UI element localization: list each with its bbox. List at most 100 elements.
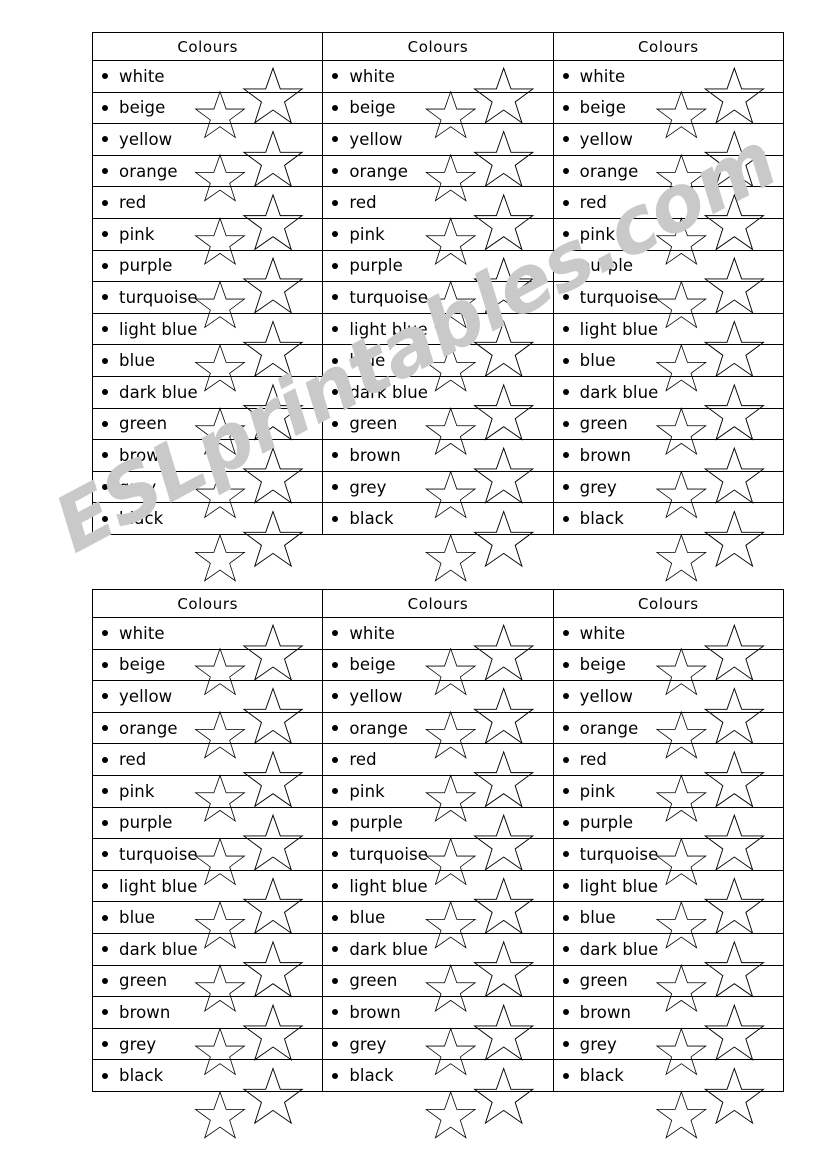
list-item[interactable]: white xyxy=(93,618,323,650)
list-item[interactable]: green xyxy=(323,966,553,998)
list-item[interactable]: light blue xyxy=(553,871,783,903)
list-item[interactable]: black xyxy=(93,1060,322,1091)
list-item[interactable]: turquoise xyxy=(553,839,783,871)
list-item[interactable]: white xyxy=(553,61,783,93)
list-item[interactable]: dark blue xyxy=(553,377,783,409)
list-item[interactable]: yellow xyxy=(93,681,323,713)
list-item[interactable]: yellow xyxy=(553,124,783,156)
list-item[interactable]: beige xyxy=(553,93,783,125)
list-item[interactable]: blue xyxy=(93,345,323,377)
list-item[interactable]: turquoise xyxy=(323,839,553,871)
list-item[interactable]: orange xyxy=(93,156,323,188)
list-item[interactable]: purple xyxy=(553,808,783,840)
list-item[interactable]: blue xyxy=(323,902,553,934)
list-item[interactable]: blue xyxy=(323,345,553,377)
list-item[interactable]: yellow xyxy=(93,124,323,156)
list-item[interactable]: light blue xyxy=(553,314,783,346)
list-item[interactable]: grey xyxy=(323,1029,553,1061)
list-item[interactable]: white xyxy=(323,61,553,93)
list-item[interactable]: purple xyxy=(323,808,553,840)
list-item[interactable]: purple xyxy=(93,808,323,840)
list-item[interactable]: red xyxy=(93,744,323,776)
list-item[interactable]: beige xyxy=(93,93,323,125)
list-item[interactable]: grey xyxy=(93,1029,323,1061)
list-item[interactable]: black xyxy=(554,503,783,534)
list-item[interactable]: black xyxy=(323,1060,552,1091)
list-item[interactable]: grey xyxy=(93,472,323,504)
list-item[interactable]: light blue xyxy=(323,871,553,903)
colours-column-3: Colours white beige yellow orange red pi… xyxy=(552,33,783,534)
list-item[interactable]: blue xyxy=(553,345,783,377)
list-item[interactable]: pink xyxy=(553,776,783,808)
list-item[interactable]: turquoise xyxy=(93,282,323,314)
list-item[interactable]: brown xyxy=(323,440,553,472)
list-item[interactable]: black xyxy=(323,503,552,534)
list-item[interactable]: orange xyxy=(323,156,553,188)
list-item[interactable]: light blue xyxy=(93,871,323,903)
list-item[interactable]: dark blue xyxy=(553,934,783,966)
list-item[interactable]: orange xyxy=(553,156,783,188)
list-item[interactable]: brown xyxy=(553,997,783,1029)
list-item[interactable]: dark blue xyxy=(93,377,323,409)
list-item[interactable]: white xyxy=(93,61,323,93)
list-item[interactable]: green xyxy=(93,409,323,441)
bullet-icon xyxy=(562,136,569,143)
list-item[interactable]: white xyxy=(323,618,553,650)
list-item[interactable]: turquoise xyxy=(553,282,783,314)
bullet-icon xyxy=(332,168,339,175)
list-item[interactable]: light blue xyxy=(93,314,323,346)
list-item[interactable]: brown xyxy=(323,997,553,1029)
list-item[interactable]: grey xyxy=(553,1029,783,1061)
list-item[interactable]: orange xyxy=(553,713,783,745)
bullet-icon xyxy=(562,294,569,301)
list-item[interactable]: pink xyxy=(553,219,783,251)
list-item[interactable]: red xyxy=(553,187,783,219)
list-item[interactable]: pink xyxy=(323,776,553,808)
colour-label: blue xyxy=(119,351,156,371)
list-item[interactable]: red xyxy=(323,187,553,219)
list-item[interactable]: red xyxy=(93,187,323,219)
list-item[interactable]: blue xyxy=(553,902,783,934)
list-item[interactable]: yellow xyxy=(553,681,783,713)
list-item[interactable]: white xyxy=(553,618,783,650)
list-item[interactable]: beige xyxy=(323,93,553,125)
list-item[interactable]: brown xyxy=(553,440,783,472)
list-item[interactable]: orange xyxy=(323,713,553,745)
list-item[interactable]: green xyxy=(323,409,553,441)
list-item[interactable]: turquoise xyxy=(323,282,553,314)
list-item[interactable]: orange xyxy=(93,713,323,745)
colour-label: turquoise xyxy=(349,844,429,864)
list-item[interactable]: black xyxy=(93,503,322,534)
list-item[interactable]: yellow xyxy=(323,124,553,156)
list-item[interactable]: dark blue xyxy=(323,934,553,966)
list-item[interactable]: red xyxy=(323,744,553,776)
bullet-icon xyxy=(332,693,339,700)
list-item[interactable]: purple xyxy=(323,251,553,283)
list-item[interactable]: beige xyxy=(93,650,323,682)
list-item[interactable]: turquoise xyxy=(93,839,323,871)
list-item[interactable]: grey xyxy=(553,472,783,504)
list-item[interactable]: red xyxy=(553,744,783,776)
list-item[interactable]: yellow xyxy=(323,681,553,713)
list-item[interactable]: purple xyxy=(553,251,783,283)
list-item[interactable]: purple xyxy=(93,251,323,283)
list-item[interactable]: black xyxy=(554,1060,783,1091)
colour-label: green xyxy=(119,414,168,434)
list-item[interactable]: green xyxy=(93,966,323,998)
list-item[interactable]: pink xyxy=(93,219,323,251)
list-item[interactable]: blue xyxy=(93,902,323,934)
list-item[interactable]: grey xyxy=(323,472,553,504)
list-item[interactable]: dark blue xyxy=(93,934,323,966)
list-item[interactable]: beige xyxy=(323,650,553,682)
bullet-icon xyxy=(102,883,108,890)
colour-label: pink xyxy=(579,224,616,244)
list-item[interactable]: pink xyxy=(323,219,553,251)
list-item[interactable]: brown xyxy=(93,440,323,472)
list-item[interactable]: dark blue xyxy=(323,377,553,409)
list-item[interactable]: beige xyxy=(553,650,783,682)
list-item[interactable]: green xyxy=(553,966,783,998)
list-item[interactable]: pink xyxy=(93,776,323,808)
list-item[interactable]: brown xyxy=(93,997,323,1029)
list-item[interactable]: light blue xyxy=(323,314,553,346)
list-item[interactable]: green xyxy=(553,409,783,441)
